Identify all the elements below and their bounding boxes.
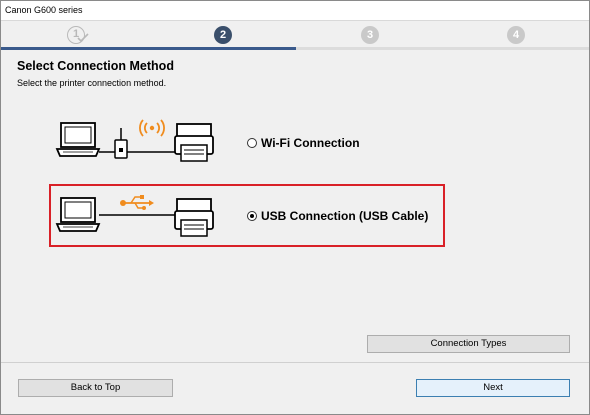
title-bar: Canon G600 series [1,1,589,21]
back-to-top-button[interactable]: Back to Top [18,379,173,397]
step-3-future: 3 [361,26,379,44]
usb-highlight-frame [49,184,445,247]
connection-types-button[interactable]: Connection Types [367,335,570,353]
page-subtitle: Select the printer connection method. [17,78,167,88]
step-indicator: 1 2 3 4 [1,22,589,50]
checkmark-icon [77,33,89,43]
printer-icon [174,123,214,162]
option-wifi: Wi-Fi Connection [1,112,589,174]
step-4-future: 4 [507,26,525,44]
step-3-number: 3 [366,29,374,41]
wifi-radio-button[interactable] [247,138,257,148]
wifi-connection-label[interactable]: Wi-Fi Connection [261,136,360,150]
wifi-connection-radio[interactable]: Wi-Fi Connection [247,136,360,150]
step-2-current: 2 [214,26,232,44]
next-button[interactable]: Next [416,379,570,397]
main-content: Select Connection Method Select the prin… [1,50,589,363]
page-title: Select Connection Method [17,59,174,73]
wifi-connection-illustration [55,119,214,162]
installer-window: Canon G600 series 1 2 3 4 Select Connect… [0,0,590,415]
step-2-number: 2 [219,29,227,41]
step-4-number: 4 [512,29,520,41]
laptop-icon [55,122,101,157]
window-title: Canon G600 series [5,5,83,15]
router-icon [114,128,128,159]
wifi-signal-icon [139,119,165,137]
